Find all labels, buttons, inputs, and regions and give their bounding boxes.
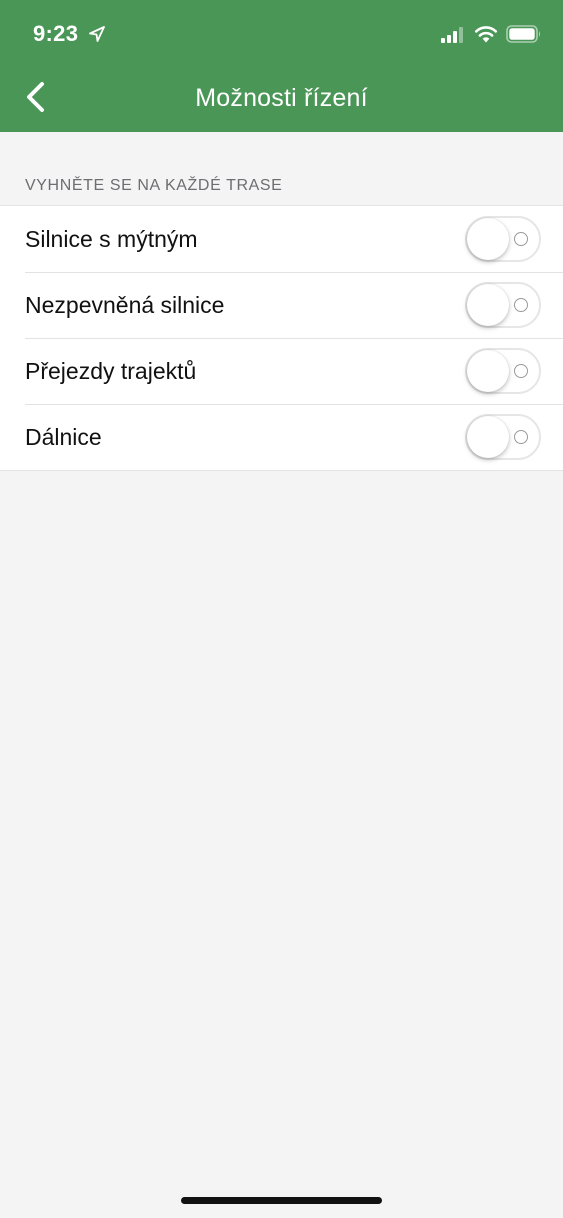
toggle-off-indicator-icon — [514, 298, 528, 312]
battery-icon — [506, 25, 541, 43]
unpaved-roads-toggle[interactable] — [465, 282, 541, 328]
toggle-knob — [467, 218, 509, 260]
home-indicator[interactable] — [181, 1197, 382, 1204]
toggle-knob — [467, 416, 509, 458]
toggle-knob — [467, 350, 509, 392]
list-item-label: Silnice s mýtným — [25, 226, 198, 252]
cellular-signal-icon — [441, 27, 463, 43]
list-item-ferries: Přejezdy trajektů — [0, 338, 563, 404]
toll-roads-toggle[interactable] — [465, 216, 541, 262]
status-time: 9:23 — [33, 21, 79, 46]
list-item-highways: Dálnice — [0, 404, 563, 470]
screen: 9:23 Možnosti řízení VYHNĚTE SE NA KAŽDÉ… — [0, 0, 563, 1218]
page-title: Možnosti řízení — [195, 84, 368, 112]
highways-toggle[interactable] — [465, 414, 541, 460]
toggle-knob — [467, 284, 509, 326]
list-item-toll-roads: Silnice s mýtným — [0, 206, 563, 272]
toggle-off-indicator-icon — [514, 364, 528, 378]
toggle-off-indicator-icon — [514, 232, 528, 246]
toggle-off-indicator-icon — [514, 430, 528, 444]
list-item-label: Přejezdy trajektů — [25, 358, 197, 384]
settings-list: Silnice s mýtným Nezpevněná silnice Přej… — [0, 205, 563, 471]
location-arrow-icon — [89, 26, 105, 42]
list-item-label: Dálnice — [25, 424, 102, 450]
list-item-unpaved-roads: Nezpevněná silnice — [0, 272, 563, 338]
list-item-label: Nezpevněná silnice — [25, 292, 225, 318]
wifi-icon — [474, 26, 498, 43]
header-bar: 9:23 Možnosti řízení — [0, 0, 563, 132]
ferries-toggle[interactable] — [465, 348, 541, 394]
section-header: VYHNĚTE SE NA KAŽDÉ TRASE — [25, 177, 283, 194]
